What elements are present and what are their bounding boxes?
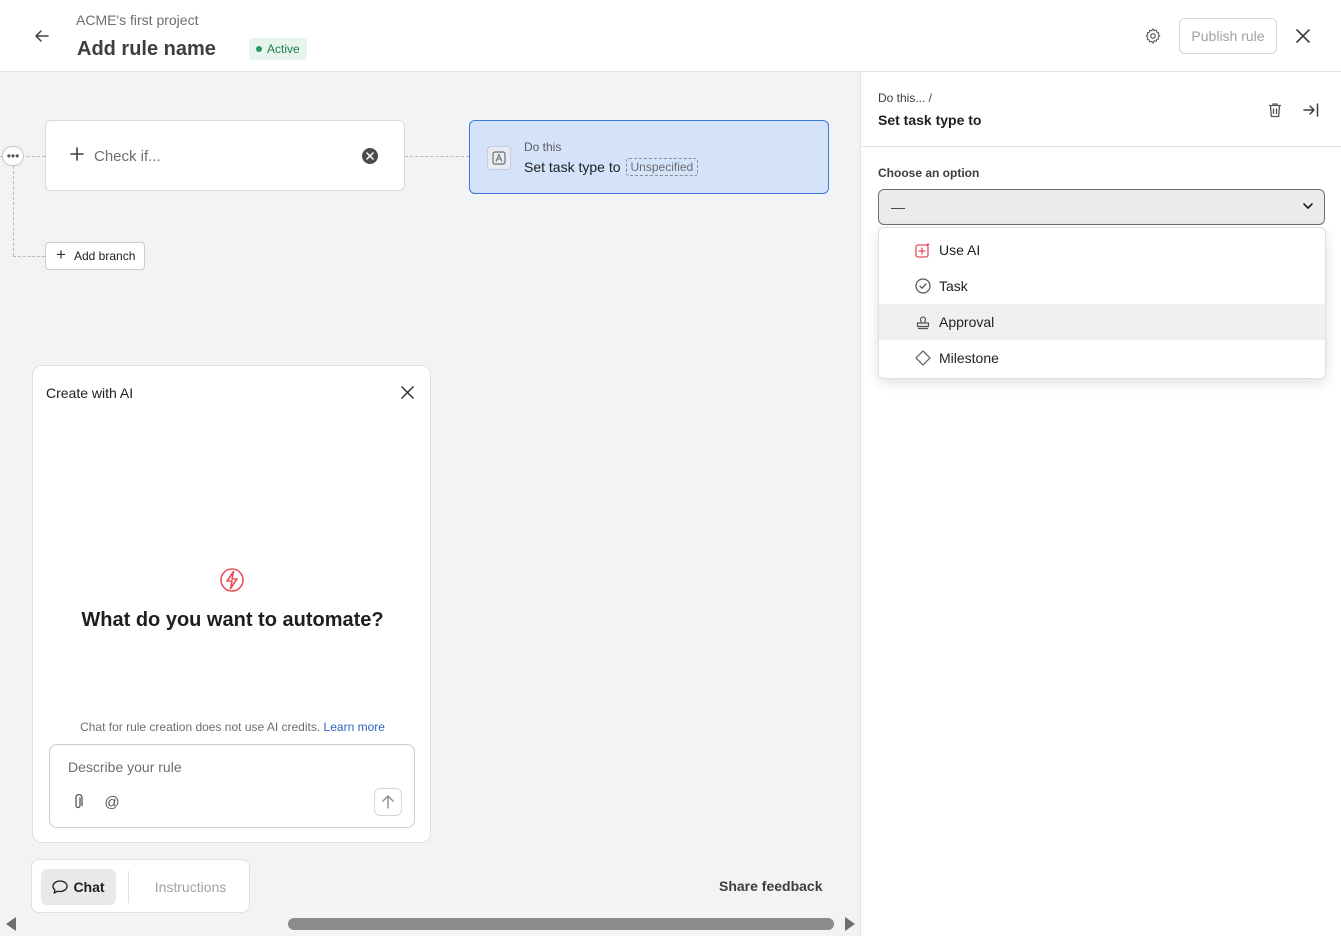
task-type-select[interactable]: —: [878, 189, 1325, 225]
close-editor-button[interactable]: [1290, 23, 1316, 49]
share-feedback-link[interactable]: Share feedback: [719, 878, 823, 894]
ai-panel-title: Create with AI: [46, 385, 134, 401]
header: ACME's first project Add rule name Activ…: [0, 0, 1341, 72]
add-branch-button[interactable]: Add branch: [45, 242, 146, 270]
scroll-left-arrow[interactable]: [6, 917, 16, 931]
connector-line: [405, 156, 469, 157]
ai-credits-note: Chat for rule creation does not use AI c…: [33, 720, 432, 734]
option-task[interactable]: Task: [879, 268, 1325, 304]
tab-instructions[interactable]: Instructions: [139, 869, 242, 905]
tab-chat[interactable]: Chat: [41, 869, 116, 905]
stamp-icon: [915, 314, 931, 330]
action-description: Set task type to: [524, 159, 621, 175]
at-sign-icon: @: [104, 793, 120, 811]
attach-button[interactable]: [68, 792, 88, 812]
ai-note-text: Chat for rule creation does not use AI c…: [80, 720, 321, 734]
paperclip-icon: [75, 794, 83, 809]
publish-rule-button[interactable]: Publish rule: [1179, 18, 1277, 54]
plus-icon: [70, 147, 84, 161]
task-type-icon: [487, 146, 511, 170]
lightning-bolt-icon: [220, 568, 244, 592]
tab-chat-label: Chat: [73, 879, 105, 895]
tab-divider: [128, 871, 129, 903]
action-details-panel: Do this... / Set task type to Choose an …: [862, 72, 1341, 936]
status-badge: Active: [249, 38, 307, 60]
rule-name[interactable]: Add rule name: [77, 38, 216, 61]
ai-mode-tabs: Chat Instructions: [31, 859, 250, 913]
rule-canvas[interactable]: ••• Check if... Do this Set task type to…: [0, 72, 861, 936]
select-value: —: [891, 199, 905, 215]
collapse-panel-button[interactable]: [1300, 99, 1322, 121]
send-button[interactable]: [374, 788, 402, 816]
option-label: Milestone: [939, 350, 999, 366]
close-icon: [366, 152, 374, 160]
close-icon: [400, 385, 414, 399]
mention-button[interactable]: @: [102, 792, 122, 812]
choose-option-label: Choose an option: [878, 166, 980, 180]
chevron-down-icon: [1303, 203, 1313, 209]
connector-line: [13, 166, 14, 256]
settings-button[interactable]: [1140, 23, 1166, 49]
panel-title: Set task type to: [878, 112, 982, 128]
arrow-up-icon: [382, 795, 394, 809]
option-use-ai[interactable]: Use AI: [879, 232, 1325, 268]
action-card[interactable]: Do this Set task type to Unspecified: [469, 120, 829, 194]
condition-card[interactable]: Check if...: [45, 120, 405, 191]
option-label: Approval: [939, 314, 995, 330]
remove-condition-button[interactable]: [362, 148, 378, 164]
diamond-icon: [915, 350, 931, 366]
learn-more-link[interactable]: Learn more: [324, 720, 385, 734]
rule-description-box: @: [49, 744, 415, 828]
option-label: Use AI: [939, 242, 981, 258]
unspecified-chip[interactable]: Unspecified: [625, 158, 699, 176]
chat-bubble-icon: [52, 880, 69, 894]
panel-header: Do this... / Set task type to: [862, 72, 1341, 147]
check-if-label: Check if...: [94, 148, 161, 165]
check-circle-icon: [915, 278, 931, 294]
action-title: Do this: [524, 140, 562, 154]
breadcrumb[interactable]: Do this... /: [878, 91, 932, 105]
option-label: Task: [939, 278, 968, 294]
gear-icon: [1145, 28, 1161, 44]
more-options-button[interactable]: •••: [2, 146, 24, 166]
ai-headline: What do you want to automate?: [81, 609, 384, 631]
collapse-right-icon: [1303, 103, 1319, 117]
delete-action-button[interactable]: [1264, 99, 1286, 121]
option-approval[interactable]: Approval: [879, 304, 1325, 340]
ellipsis-icon: •••: [6, 149, 20, 163]
describe-rule-input[interactable]: [68, 759, 388, 775]
create-with-ai-panel: Create with AI What do you want to autom…: [32, 365, 431, 843]
horizontal-scrollbar-thumb[interactable]: [288, 918, 834, 930]
ai-sparkle-icon: [915, 242, 931, 258]
task-type-dropdown-menu: Use AI Task Approval Milestone: [878, 227, 1326, 379]
back-button[interactable]: [28, 22, 56, 50]
connector-line: [13, 256, 45, 257]
project-name[interactable]: ACME's first project: [76, 12, 198, 28]
arrow-left-icon: [35, 30, 49, 42]
action-text: Set task type to Unspecified: [524, 158, 699, 176]
trash-icon: [1269, 103, 1281, 118]
close-ai-panel-button[interactable]: [396, 381, 418, 403]
option-milestone[interactable]: Milestone: [879, 340, 1325, 376]
close-icon: [1296, 29, 1310, 43]
scroll-right-arrow[interactable]: [845, 917, 855, 931]
